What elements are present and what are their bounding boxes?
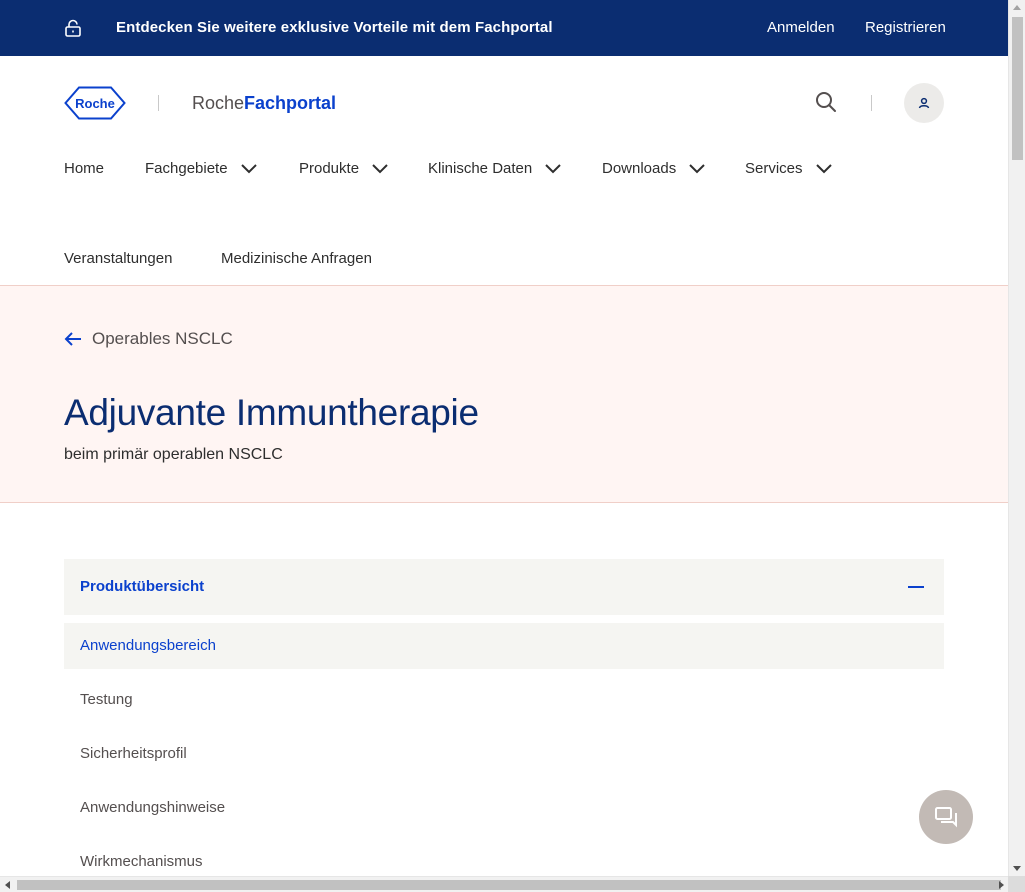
promo-bar: Entdecken Sie weitere exklusive Vorteile… — [0, 0, 1008, 56]
accordion-item-anwendungshinweise[interactable]: Anwendungshinweise — [64, 785, 944, 831]
horizontal-scrollbar[interactable] — [0, 876, 1008, 892]
chevron-down-icon — [545, 163, 562, 173]
back-link-label: Operables NSCLC — [92, 329, 233, 348]
horizontal-scroll-thumb[interactable] — [17, 880, 1001, 890]
page-subtitle: beim primär operablen NSCLC — [64, 446, 283, 463]
nav-fachgebiete[interactable]: Fachgebiete — [145, 160, 258, 177]
nav-label: Veranstaltungen — [64, 250, 173, 267]
nav-label: Produkte — [299, 160, 360, 177]
page-title: Adjuvante Immuntherapie — [64, 392, 479, 433]
chevron-down-icon — [372, 163, 388, 173]
promo-text: Entdecken Sie weitere exklusive Vorteile… — [116, 19, 553, 36]
accordion-item-anwendungsbereich[interactable]: Anwendungsbereich — [64, 623, 944, 669]
chevron-down-icon — [815, 163, 832, 173]
lock-icon — [65, 19, 81, 37]
hero-banner: Operables NSCLC Adjuvante Immuntherapie … — [0, 285, 1008, 503]
accordion-item-sicherheitsprofil[interactable]: Sicherheitsprofil — [64, 731, 944, 777]
roche-logo[interactable]: Roche — [64, 86, 126, 120]
collapse-icon — [908, 586, 924, 588]
nav-label: Klinische Daten — [428, 160, 533, 177]
back-link[interactable]: Operables NSCLC — [64, 329, 233, 349]
nav-label: Medizinische Anfragen — [221, 250, 372, 267]
arrow-left-icon — [64, 332, 81, 346]
vertical-scrollbar[interactable] — [1008, 0, 1025, 876]
nav-medizinische-anfragen[interactable]: Medizinische Anfragen — [221, 250, 372, 267]
accordion-item-label: Testung — [80, 691, 133, 708]
accordion-header-produktuebersicht[interactable]: Produktübersicht — [64, 559, 944, 615]
header-divider — [158, 95, 159, 111]
nav-produkte[interactable]: Produkte — [299, 160, 389, 177]
nav-label: Services — [745, 160, 803, 177]
nav-klinische-daten[interactable]: Klinische Daten — [428, 160, 562, 177]
user-account-button[interactable] — [904, 83, 944, 123]
search-icon[interactable] — [815, 91, 837, 113]
vertical-scroll-thumb[interactable] — [1012, 17, 1023, 160]
chevron-down-icon — [689, 163, 706, 173]
nav-services[interactable]: Services — [745, 160, 833, 177]
scroll-left-arrow-icon[interactable] — [5, 881, 10, 889]
accordion-item-label: Wirkmechanismus — [80, 853, 203, 870]
nav-downloads[interactable]: Downloads — [602, 160, 706, 177]
chat-button[interactable] — [919, 790, 973, 844]
svg-text:Roche: Roche — [75, 96, 115, 111]
nav-home[interactable]: Home — [64, 160, 104, 177]
accordion-item-label: Sicherheitsprofil — [80, 745, 187, 762]
accordion-item-label: Anwendungshinweise — [80, 799, 226, 816]
accordion-item-label: Anwendungsbereich — [80, 637, 216, 654]
scroll-right-arrow-icon[interactable] — [999, 881, 1004, 889]
accordion-item-testung[interactable]: Testung — [64, 677, 944, 723]
register-link[interactable]: Registrieren — [865, 19, 946, 36]
login-link[interactable]: Anmelden — [767, 19, 835, 36]
portal-name[interactable]: RocheFachportal — [192, 93, 336, 114]
nav-veranstaltungen[interactable]: Veranstaltungen — [64, 250, 172, 267]
nav-label: Downloads — [602, 160, 677, 177]
chevron-down-icon — [241, 163, 257, 173]
nav-label: Home — [64, 160, 105, 177]
scrollbar-corner — [1008, 876, 1025, 892]
chat-icon — [935, 807, 957, 828]
accordion-title: Produktübersicht — [80, 578, 205, 595]
scroll-up-arrow-icon[interactable] — [1013, 5, 1021, 10]
header-divider-right — [871, 95, 872, 111]
scroll-down-arrow-icon[interactable] — [1013, 866, 1021, 871]
nav-label: Fachgebiete — [145, 160, 228, 177]
user-icon — [918, 97, 930, 109]
